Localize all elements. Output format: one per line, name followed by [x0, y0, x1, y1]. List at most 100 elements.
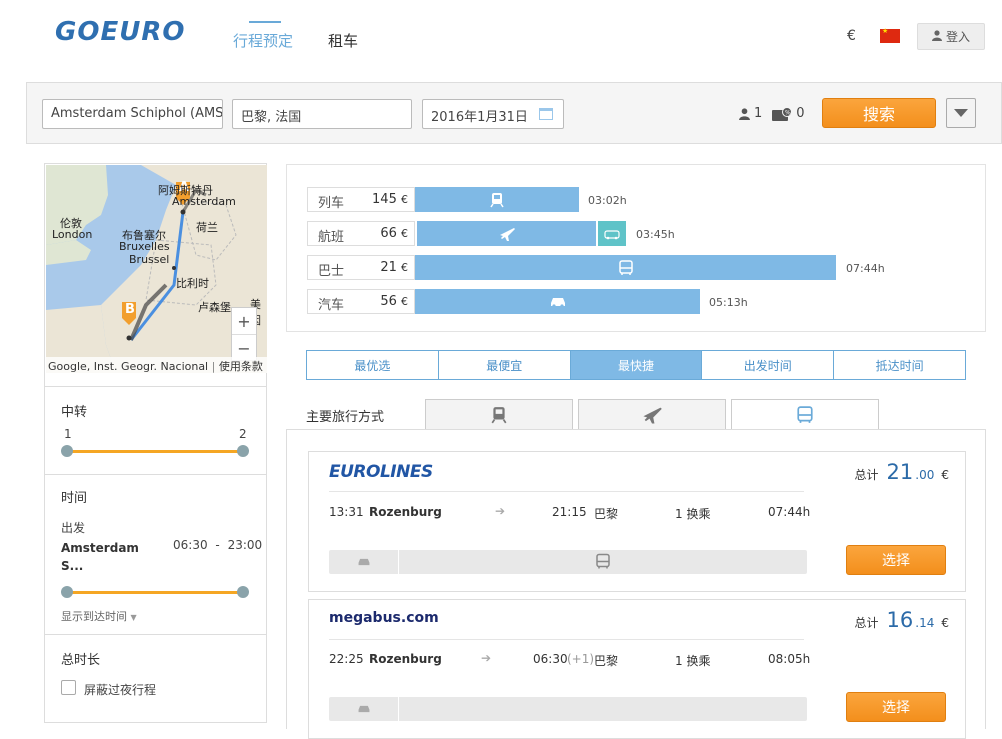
more-options-button[interactable]	[946, 98, 976, 128]
transfers: 1 换乘	[675, 654, 711, 668]
departure-slider-max-handle[interactable]	[237, 586, 249, 598]
plane-icon	[499, 227, 515, 241]
mode-flight-price: 66 €	[380, 226, 408, 241]
date-field[interactable]: 2016年1月31日	[422, 99, 564, 129]
zoom-in-button[interactable]: +	[232, 308, 256, 335]
mode-flight-row[interactable]: 航班 66 €	[307, 221, 415, 246]
person-icon	[739, 107, 750, 120]
duration: 07:44h	[768, 505, 811, 519]
map-label-brussel: Brussel	[129, 253, 170, 266]
depart-place: Rozenburg	[369, 652, 442, 666]
mode-car-duration: 05:13h	[709, 296, 748, 309]
time-title: 时间	[61, 491, 88, 506]
price-decimal: .00	[915, 468, 935, 482]
tab-flight[interactable]	[578, 399, 726, 430]
transfers: 1 换乘	[675, 507, 711, 521]
tab-train[interactable]	[425, 399, 573, 430]
show-arrival-time-link[interactable]: 显示到达时间 ▼	[61, 608, 137, 624]
result-card[interactable]: megabus.com 总计 16 .14 € 22:25 Rozenburg …	[308, 599, 966, 739]
depart-time: 13:31	[329, 505, 364, 519]
search-button[interactable]: 搜索	[822, 98, 936, 128]
result-total: 总计 16 .14 €	[855, 608, 949, 632]
mode-car-bar[interactable]	[415, 289, 700, 314]
sort-cheapest[interactable]: 最便宜	[439, 351, 571, 379]
bus-icon	[618, 259, 633, 275]
mode-flight-bar[interactable]	[417, 221, 596, 246]
transfer-slider-max-handle[interactable]	[237, 445, 249, 457]
sort-departure-time[interactable]: 出发时间	[702, 351, 835, 379]
map-label-belgium: 比利时	[176, 277, 209, 290]
departure-slider-min-handle[interactable]	[61, 586, 73, 598]
show-arrival-label: 显示到达时间	[61, 610, 127, 623]
nav-car-rental[interactable]: 租车	[328, 30, 358, 51]
depart-place: Rozenburg	[369, 505, 442, 519]
car-icon	[358, 705, 369, 713]
time-range-end: 23:00	[227, 538, 263, 552]
car-segment	[329, 697, 399, 721]
time-filter: 时间 出发 Amsterdam S... 06:30 - 23:00 显示到达时…	[45, 474, 266, 634]
mode-bus-duration: 07:44h	[846, 262, 885, 275]
car-segment	[329, 550, 399, 574]
map-label-bruxelles: Bruxelles	[119, 240, 170, 253]
mode-bus-bar[interactable]	[415, 255, 836, 280]
mode-bus-row[interactable]: 巴士 21 €	[307, 255, 415, 280]
transfer-title: 中转	[61, 405, 88, 420]
transfer-min: 1	[64, 427, 72, 441]
tab-bus[interactable]	[731, 399, 879, 430]
user-icon	[931, 29, 942, 44]
departure-time-slider[interactable]	[61, 586, 249, 598]
transfer-slider-min-handle[interactable]	[61, 445, 73, 457]
sort-fastest[interactable]: 最快捷	[570, 351, 703, 379]
transfer-slider[interactable]	[61, 445, 249, 457]
discount-card-count: 0	[796, 106, 805, 121]
map-terms-link[interactable]: 使用条款	[219, 360, 263, 373]
time-range: 06:30 - 23:00	[173, 538, 262, 552]
divider	[329, 639, 804, 640]
login-button[interactable]: 登入	[917, 23, 985, 50]
results-list: EUROLINES 总计 21 .00 € 13:31 Rozenburg ➔ …	[286, 429, 986, 739]
filter-sidebar: A B 阿姆斯特丹 Amsterdam 伦敦 London 布鲁塞尔 Bruxe…	[44, 163, 267, 723]
mode-flight-duration: 03:45h	[636, 228, 675, 241]
select-button[interactable]: 选择	[846, 545, 946, 575]
login-label: 登入	[945, 30, 970, 44]
arrive-time: 21:15	[552, 505, 587, 519]
mode-train-row[interactable]: 列车 145 €	[307, 187, 415, 212]
mode-car-name: 汽车	[318, 298, 345, 313]
china-flag-icon[interactable]	[880, 27, 900, 43]
route-map[interactable]: A B 阿姆斯特丹 Amsterdam 伦敦 London 布鲁塞尔 Bruxe…	[46, 165, 267, 373]
mode-train-price: 145 €	[372, 192, 408, 207]
marker-b-label: B	[125, 302, 135, 317]
eurolines-brand: EUROLINES	[329, 462, 433, 482]
departure-place: Amsterdam S...	[61, 541, 139, 573]
from-field[interactable]: Amsterdam Schiphol (AMS)	[42, 99, 223, 129]
nav-trip-booking[interactable]: 行程预定	[233, 21, 293, 51]
total-label: 总计	[854, 616, 879, 630]
sort-arrival-time[interactable]: 抵达时间	[834, 351, 965, 379]
mode-flight-name: 航班	[318, 230, 345, 245]
discount-card-icon: %	[772, 106, 793, 121]
hide-overnight-checkbox[interactable]	[61, 680, 76, 695]
sort-tabs: 最优选 最便宜 最快捷 出发时间 抵达时间	[306, 350, 966, 380]
leg-mode-bar	[329, 697, 807, 721]
goeuro-logo[interactable]: GOEURO	[55, 17, 185, 47]
calendar-icon	[539, 108, 553, 120]
result-card[interactable]: EUROLINES 总计 21 .00 € 13:31 Rozenburg ➔ …	[308, 451, 966, 592]
select-button[interactable]: 选择	[846, 692, 946, 722]
currency-selector[interactable]: €	[847, 28, 856, 44]
leg-mode-bar	[329, 550, 807, 574]
sort-best[interactable]: 最优选	[307, 351, 439, 379]
arrive-next-day: (+1)	[567, 652, 595, 666]
mode-train-bar[interactable]	[415, 187, 579, 212]
plane-tab-icon	[643, 407, 662, 424]
duration-filter: 总时长 屏蔽过夜行程	[45, 634, 266, 724]
passenger-selector[interactable]: 1 % 0	[739, 106, 805, 121]
arrow-right-icon: ➔	[495, 504, 506, 518]
price-integer: 21	[886, 460, 914, 484]
to-field[interactable]: 巴黎, 法国	[232, 99, 412, 129]
mode-train-duration: 03:02h	[588, 194, 627, 207]
chevron-down-icon	[954, 109, 968, 117]
arrive-place: 巴黎	[594, 507, 619, 521]
price-currency: €	[941, 468, 949, 482]
mode-car-row[interactable]: 汽车 56 €	[307, 289, 415, 314]
map-label-amsterdam: Amsterdam	[172, 195, 236, 208]
